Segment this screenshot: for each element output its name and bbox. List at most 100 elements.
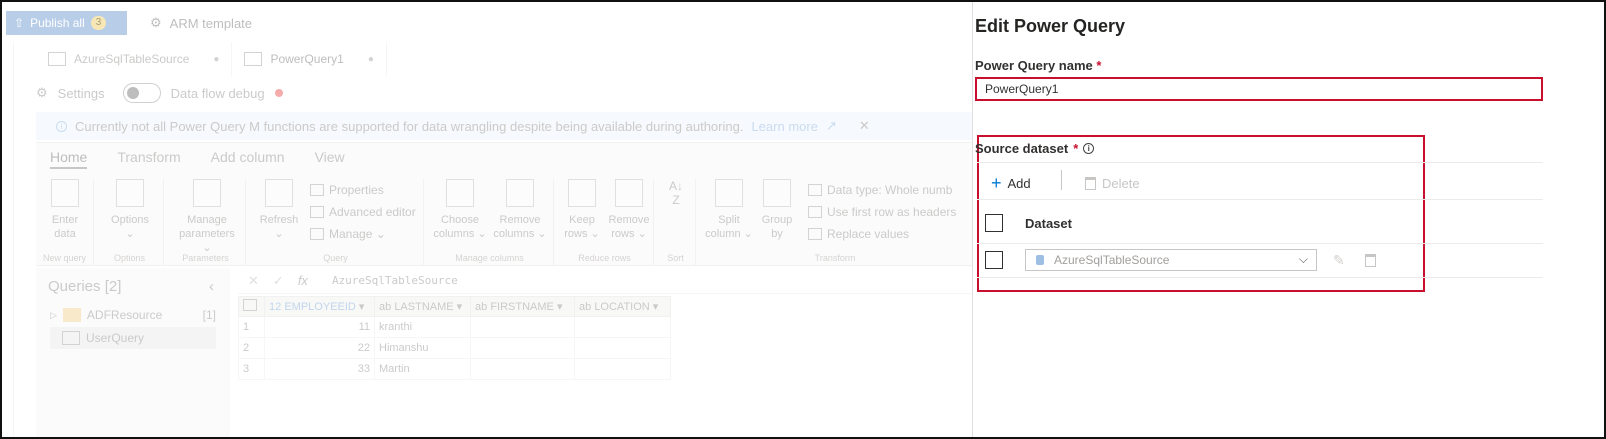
keep-rows-button[interactable]: Keep rows ⌄ bbox=[560, 179, 604, 241]
filter-dropdown-icon[interactable]: ▾ bbox=[653, 301, 659, 313]
dataset-select[interactable]: AzureSqlTableSource ⌵ bbox=[1025, 249, 1317, 271]
employeeid-cell[interactable]: 33 bbox=[264, 358, 375, 380]
table-row: 3 33 Martin bbox=[238, 358, 671, 380]
select-all-checkbox[interactable] bbox=[985, 214, 1003, 232]
confirm-formula-icon[interactable]: ✓ bbox=[273, 273, 284, 289]
firstname-cell[interactable] bbox=[470, 358, 575, 380]
group-label: Transform bbox=[814, 253, 856, 263]
data-type-dropdown[interactable]: Data type: Whole numb bbox=[808, 183, 952, 197]
enter-data-button[interactable]: Enter data bbox=[40, 179, 90, 241]
location-cell[interactable] bbox=[574, 358, 671, 380]
lastname-cell[interactable]: Martin bbox=[374, 358, 471, 380]
ribbon-tab-add-column[interactable]: Add column bbox=[211, 149, 285, 169]
fx-icon: fx bbox=[297, 273, 308, 288]
group-by-button[interactable]: Group by bbox=[756, 179, 798, 241]
settings-bar: ⚙ Settings Data flow debug bbox=[36, 78, 283, 108]
filter-dropdown-icon[interactable]: ▾ bbox=[557, 301, 563, 313]
lastname-cell[interactable]: Himanshu bbox=[374, 337, 471, 359]
trash-icon[interactable] bbox=[1365, 254, 1376, 267]
group-label: New query bbox=[42, 253, 87, 263]
remove-columns-button[interactable]: Remove columns ⌄ bbox=[492, 179, 548, 241]
source-dataset-label: Source dataset * i bbox=[975, 141, 1095, 156]
employeeid-cell[interactable]: 11 bbox=[264, 316, 375, 338]
split-column-button[interactable]: Split column ⌄ bbox=[704, 179, 754, 241]
unsaved-dot-icon: ● bbox=[213, 53, 220, 65]
manage-button[interactable]: Manage ⌄ bbox=[310, 227, 386, 241]
ribbon-tab-view[interactable]: View bbox=[315, 149, 345, 169]
tab-label: PowerQuery1 bbox=[270, 52, 344, 66]
table-icon bbox=[243, 299, 257, 311]
data-flow-debug-toggle[interactable] bbox=[122, 83, 161, 103]
arm-template-button[interactable]: ⚙ ARM template bbox=[150, 15, 252, 31]
tab-powerquery1[interactable]: PowerQuery1 ● bbox=[232, 42, 387, 76]
refresh-button[interactable]: Refresh ⌄ bbox=[254, 179, 304, 241]
button-label: parameters ⌄ bbox=[179, 228, 235, 254]
remove-rows-icon bbox=[615, 179, 643, 207]
options-button[interactable]: Options ⌄ bbox=[105, 179, 155, 241]
ribbon-tab-transform[interactable]: Transform bbox=[117, 149, 180, 169]
upload-icon: ⇧ bbox=[14, 16, 25, 30]
button-label: Delete bbox=[1102, 175, 1140, 191]
query-item-userquery[interactable]: UserQuery bbox=[50, 327, 216, 349]
column-header-lastname[interactable]: ab LASTNAME ▾ bbox=[374, 296, 471, 317]
publish-all-button[interactable]: ⇧ Publish all 3 bbox=[6, 11, 127, 35]
replace-values-button[interactable]: Replace values bbox=[808, 227, 909, 241]
select-all-cell[interactable] bbox=[238, 296, 265, 317]
power-query-name-input[interactable] bbox=[975, 77, 1543, 101]
remove-rows-button[interactable]: Remove rows ⌄ bbox=[606, 179, 652, 241]
tab-azuresqltablesource[interactable]: AzureSqlTableSource ● bbox=[36, 42, 233, 76]
group-label: Manage columns bbox=[455, 253, 524, 263]
column-header-location[interactable]: ab LOCATION ▾ bbox=[574, 296, 671, 317]
location-cell[interactable] bbox=[574, 337, 671, 359]
power-query-ribbon: Home Transform Add column View Enter dat… bbox=[36, 142, 972, 266]
button-label: Options bbox=[111, 214, 149, 226]
file-tabs: AzureSqlTableSource ● PowerQuery1 ● bbox=[36, 42, 387, 76]
row-checkbox[interactable] bbox=[985, 251, 1003, 269]
learn-more-link[interactable]: Learn more bbox=[751, 119, 817, 134]
queries-title: Queries [2] bbox=[48, 278, 122, 295]
advanced-editor-button[interactable]: Advanced editor bbox=[310, 205, 416, 219]
choose-columns-button[interactable]: Choose columns ⌄ bbox=[432, 179, 488, 241]
query-folder-adfresource[interactable]: ▷ ADFResource [1] bbox=[50, 304, 216, 326]
use-first-row-as-headers-button[interactable]: Use first row as headers bbox=[808, 205, 956, 219]
column-header-employeeid[interactable]: 12 EMPLOYEEID ▾ bbox=[264, 296, 375, 317]
row-number: 2 bbox=[238, 337, 265, 359]
lastname-cell[interactable]: kranthi bbox=[374, 316, 471, 338]
ribbon-tab-home[interactable]: Home bbox=[50, 149, 88, 169]
delete-dataset-button[interactable]: Delete bbox=[1085, 172, 1140, 194]
employeeid-cell[interactable]: 22 bbox=[264, 337, 375, 359]
edit-pencil-icon[interactable]: ✎ bbox=[1333, 252, 1345, 269]
filter-dropdown-icon[interactable]: ▾ bbox=[359, 301, 365, 313]
unsaved-dot-icon: ● bbox=[367, 53, 374, 65]
location-cell[interactable] bbox=[574, 316, 671, 338]
gear-icon[interactable]: ⚙ bbox=[36, 85, 48, 101]
chevron-right-icon: ▷ bbox=[50, 309, 57, 320]
group-options: Options ⌄ Options bbox=[96, 179, 164, 265]
firstname-cell[interactable] bbox=[470, 316, 575, 338]
sort-ascending-icon[interactable]: A↓ Z bbox=[660, 179, 692, 207]
app-window: ⇧ Publish all 3 ⚙ ARM template AzureSqlT… bbox=[0, 0, 1606, 439]
number-type-icon: 12 bbox=[269, 301, 282, 313]
column-name: FIRSTNAME bbox=[490, 301, 554, 313]
button-label: Data type: Whole numb bbox=[827, 183, 953, 197]
manage-parameters-button[interactable]: Manage parameters ⌄ bbox=[176, 179, 238, 255]
grid-header-row: 12 EMPLOYEEID ▾ ab LASTNAME ▾ ab FIRSTNA… bbox=[238, 296, 671, 317]
chevron-left-icon[interactable]: ‹ bbox=[209, 278, 214, 295]
filter-dropdown-icon[interactable]: ▾ bbox=[457, 301, 463, 313]
properties-button[interactable]: Properties bbox=[310, 183, 384, 197]
arm-template-icon: ⚙ bbox=[150, 15, 162, 30]
advanced-editor-icon bbox=[310, 206, 324, 218]
debug-status-dot-icon bbox=[274, 89, 283, 97]
formula-input[interactable]: AzureSqlTableSource bbox=[332, 274, 458, 287]
info-icon[interactable]: i bbox=[1083, 143, 1095, 154]
button-label: Add bbox=[1007, 175, 1031, 191]
firstname-cell[interactable] bbox=[470, 337, 575, 359]
parameters-icon bbox=[193, 179, 221, 207]
cancel-formula-icon[interactable]: ✕ bbox=[248, 273, 259, 289]
close-icon[interactable]: ✕ bbox=[859, 118, 870, 134]
button-label: Remove bbox=[499, 214, 541, 226]
add-dataset-button[interactable]: + Add bbox=[991, 172, 1031, 194]
chevron-down-icon: ⌵ bbox=[1298, 252, 1308, 266]
column-header-firstname[interactable]: ab FIRSTNAME ▾ bbox=[470, 296, 575, 317]
settings-button[interactable]: Settings bbox=[58, 86, 105, 101]
